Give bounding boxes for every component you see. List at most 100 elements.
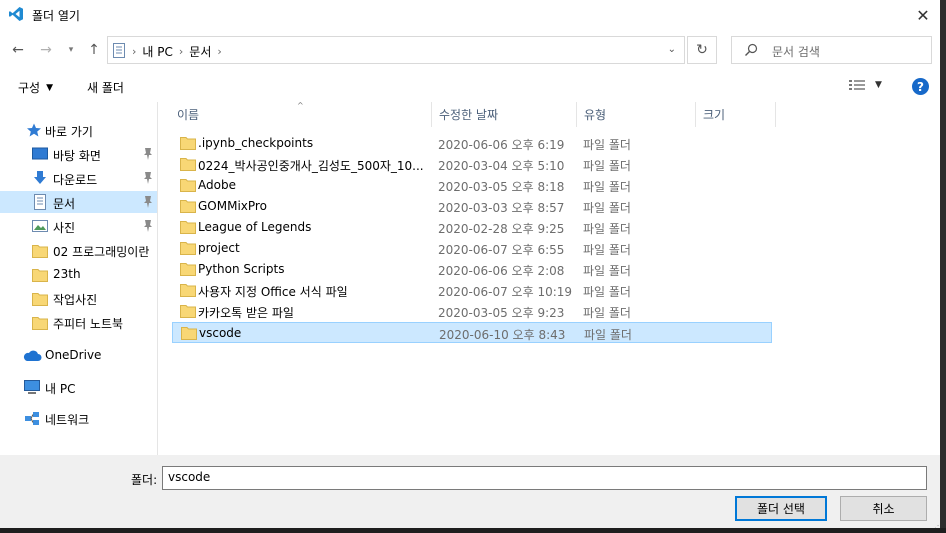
- search-placeholder: 문서 검색: [772, 45, 820, 59]
- file-name: Adobe: [198, 178, 236, 192]
- nav-item-label: 다운로드: [53, 173, 98, 187]
- arrow-left-icon: ←: [12, 42, 24, 58]
- arrow-right-icon: →: [40, 42, 52, 58]
- quick-access-label: 바로 가기: [45, 125, 93, 139]
- file-modified: 2020-03-04 오후 5:10: [438, 159, 565, 173]
- breadcrumb-this-pc[interactable]: 내 PC: [142, 43, 172, 60]
- file-type: 파일 폴더: [583, 159, 631, 173]
- file-row[interactable]: 사용자 지정 Office 서식 파일 2020-06-07 오후 10:19 파일…: [172, 280, 772, 301]
- folder-field-label: 폴더:: [131, 473, 158, 487]
- help-icon: ?: [917, 79, 924, 94]
- background-window-edge: [0, 528, 946, 533]
- folder-icon: [32, 293, 48, 306]
- dialog-footer: 폴더: vscode 폴더 선택 취소 ⋰: [0, 455, 946, 533]
- nav-item-network[interactable]: 네트워크: [0, 407, 157, 429]
- file-row[interactable]: 0224_박사공인중개사_김성도_500자_10... 2020-03-04 오후…: [172, 154, 772, 175]
- column-header-type[interactable]: 유형: [577, 102, 696, 127]
- organize-label: 구성: [18, 81, 41, 95]
- file-row[interactable]: GOMMixPro 2020-03-03 오후 8:57 파일 폴더: [172, 196, 772, 217]
- change-view-button[interactable]: ▼: [849, 79, 882, 91]
- refresh-button[interactable]: ↻: [687, 36, 717, 64]
- folder-icon: [32, 317, 48, 330]
- new-folder-button[interactable]: 새 폴더: [87, 79, 124, 96]
- search-icon: [745, 43, 758, 56]
- pin-icon: [144, 148, 152, 160]
- breadcrumb: › 내 PC › 문서 ›: [132, 43, 222, 60]
- download-icon: [34, 171, 46, 184]
- nav-item-downloads[interactable]: 다운로드: [0, 167, 157, 189]
- file-type: 파일 폴더: [583, 222, 631, 236]
- recent-locations-button[interactable]: ▾: [64, 40, 78, 60]
- star-icon: [27, 123, 41, 137]
- chevron-down-icon[interactable]: ⌄: [668, 44, 676, 55]
- folder-icon: [32, 245, 48, 258]
- chevron-right-icon[interactable]: ›: [217, 45, 221, 58]
- folder-icon: [180, 158, 196, 171]
- file-type: 파일 폴더: [583, 180, 631, 194]
- file-modified: 2020-06-07 오후 6:55: [438, 243, 565, 257]
- nav-item-label: 23th: [53, 267, 81, 281]
- nav-item-desktop[interactable]: 바탕 화면: [0, 143, 157, 165]
- chevron-down-icon: ▾: [68, 45, 74, 55]
- file-row[interactable]: vscode 2020-06-10 오후 8:43 파일 폴더: [172, 322, 772, 343]
- nav-item-this-pc[interactable]: 내 PC: [0, 376, 157, 398]
- file-row[interactable]: project 2020-06-07 오후 6:55 파일 폴더: [172, 238, 772, 259]
- pin-icon: [144, 196, 152, 208]
- file-modified: 2020-06-07 오후 10:19: [438, 285, 573, 299]
- nav-item-documents[interactable]: 문서: [0, 191, 157, 213]
- file-modified: 2020-02-28 오후 9:25: [438, 222, 565, 236]
- breadcrumb-documents[interactable]: 문서: [189, 43, 211, 60]
- column-header-size[interactable]: 크기: [696, 102, 776, 127]
- file-row[interactable]: Adobe 2020-03-05 오후 8:18 파일 폴더: [172, 175, 772, 196]
- folder-icon: [180, 200, 196, 213]
- file-modified: 2020-06-10 오후 8:43: [439, 328, 566, 342]
- file-type: 파일 폴더: [584, 328, 632, 342]
- back-button[interactable]: ←: [8, 40, 28, 60]
- folder-icon: [180, 137, 196, 150]
- nav-item-folder[interactable]: 작업사진: [0, 287, 157, 309]
- details-view-icon: [849, 80, 865, 90]
- folder-name-input[interactable]: vscode: [162, 466, 927, 490]
- nav-item-folder[interactable]: 23th: [0, 263, 157, 285]
- quick-access[interactable]: 바로 가기: [0, 119, 157, 141]
- document-icon: [34, 194, 46, 210]
- pin-icon: [144, 172, 152, 184]
- chevron-right-icon[interactable]: ›: [132, 45, 136, 58]
- file-type: 파일 폴더: [583, 138, 631, 152]
- navigation-pane: 바로 가기 바탕 화면 다운로드 문서 사진 02 프로그래밍이란 23th 작…: [0, 102, 158, 455]
- column-header-modified[interactable]: 수정한 날짜: [432, 102, 577, 127]
- forward-button[interactable]: →: [36, 40, 56, 60]
- nav-item-folder[interactable]: 주피터 노트북: [0, 311, 157, 333]
- folder-icon: [180, 179, 196, 192]
- column-header-label: 유형: [584, 108, 607, 122]
- file-name: vscode: [199, 326, 242, 340]
- folder-open-dialog: 폴더 열기 ✕ ← → ▾ ↑ › 내 PC › 문서 › ⌄ ↻ 문서 검색 …: [0, 0, 946, 533]
- refresh-icon: ↻: [696, 42, 708, 58]
- nav-item-folder[interactable]: 02 프로그래밍이란: [0, 239, 157, 261]
- address-bar[interactable]: › 내 PC › 문서 › ⌄: [107, 36, 685, 64]
- column-header-label: 수정한 날짜: [439, 108, 499, 122]
- folder-icon: [180, 284, 196, 297]
- column-header-name[interactable]: 이름 ^: [170, 101, 432, 127]
- arrow-up-icon: ↑: [88, 42, 100, 58]
- caret-down-icon: ▼: [46, 82, 54, 93]
- select-folder-button[interactable]: 폴더 선택: [735, 496, 827, 521]
- file-name: League of Legends: [198, 220, 312, 234]
- file-row[interactable]: .ipynb_checkpoints 2020-06-06 오후 6:19 파일 폴…: [172, 133, 772, 154]
- folder-icon: [180, 221, 196, 234]
- folder-icon: [181, 327, 197, 340]
- window-title: 폴더 열기: [32, 9, 80, 23]
- up-button[interactable]: ↑: [84, 40, 104, 60]
- nav-item-pictures[interactable]: 사진: [0, 215, 157, 237]
- help-button[interactable]: ?: [912, 78, 929, 95]
- folder-icon: [180, 305, 196, 318]
- file-row[interactable]: Python Scripts 2020-06-06 오후 2:08 파일 폴더: [172, 259, 772, 280]
- search-input[interactable]: 문서 검색: [731, 36, 932, 64]
- file-row[interactable]: League of Legends 2020-02-28 오후 9:25 파일 폴더: [172, 217, 772, 238]
- file-row[interactable]: 카카오톡 받은 파일 2020-03-05 오후 9:23 파일 폴더: [172, 301, 772, 322]
- nav-item-onedrive[interactable]: OneDrive: [0, 344, 157, 366]
- chevron-right-icon[interactable]: ›: [179, 45, 183, 58]
- nav-item-label: 사진: [53, 221, 76, 235]
- cancel-button[interactable]: 취소: [840, 496, 927, 521]
- organize-button[interactable]: 구성 ▼: [18, 79, 53, 96]
